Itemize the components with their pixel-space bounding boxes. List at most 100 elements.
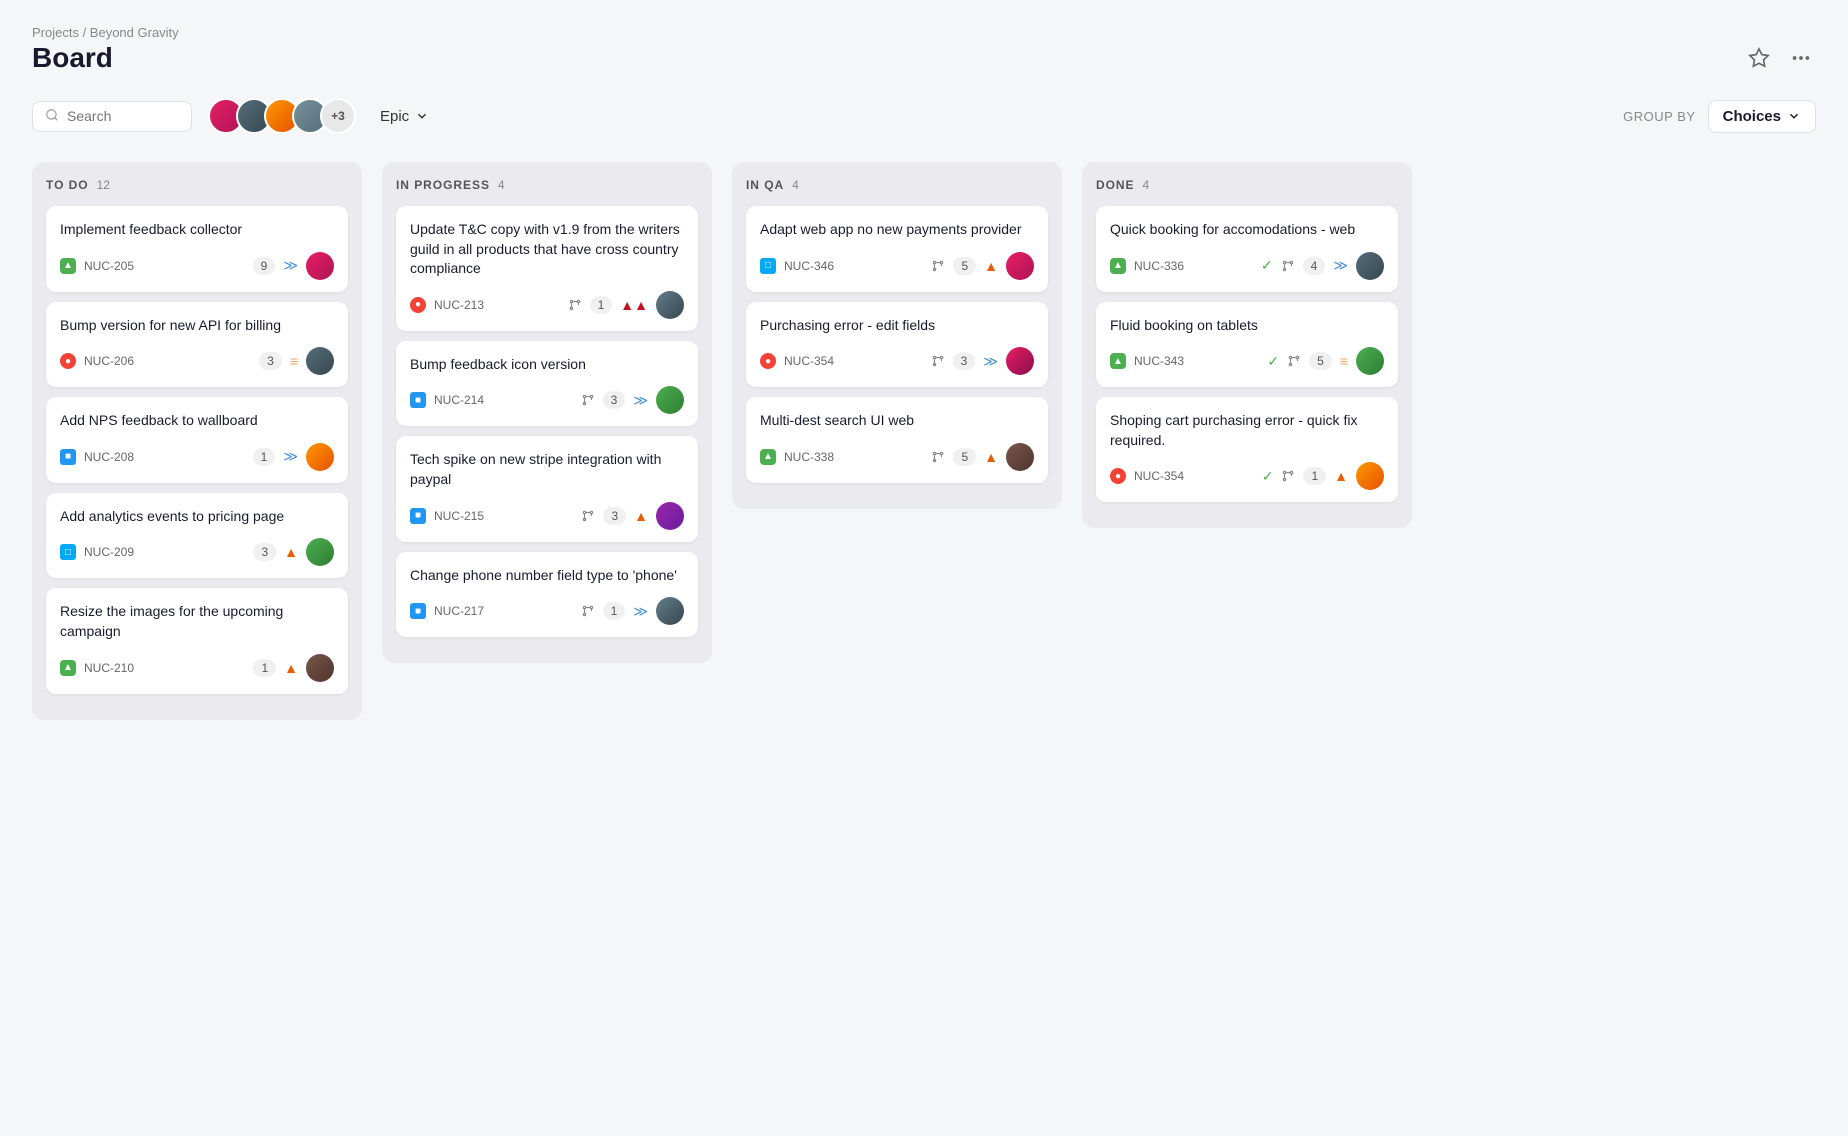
card-c10[interactable]: Adapt web app no new payments provider □… [746,206,1048,292]
type-task-icon: ■ [410,603,426,619]
card-meta: ■ NUC-208 1 ≫ [60,443,334,471]
search-box[interactable] [32,101,192,132]
issue-id: NUC-213 [434,298,484,312]
type-task-icon: ■ [410,508,426,524]
card-c15[interactable]: Shoping cart purchasing error - quick fi… [1096,397,1398,502]
type-story-icon: ▲ [1110,258,1126,274]
assignee-avatar [656,502,684,530]
card-meta: ▲ NUC-336 ✓ 4 ≫ [1110,252,1384,280]
type-story-icon: ▲ [760,449,776,465]
column-title: IN PROGRESS [396,178,490,192]
column-inqa: IN QA 4 Adapt web app no new payments pr… [732,162,1062,509]
story-point-count: 1 [253,448,276,466]
column-title: DONE [1096,178,1135,192]
star-button[interactable] [1744,43,1774,73]
avatar-overflow[interactable]: +3 [320,98,356,134]
story-point-count: 9 [253,257,276,275]
type-bug-icon: ● [60,353,76,369]
check-icon: ✓ [1262,468,1274,485]
card-c9[interactable]: Change phone number field type to 'phone… [396,552,698,638]
column-todo: TO DO 12 Implement feedback collector ▲ … [32,162,362,720]
branch-icon [1287,354,1301,368]
assignee-avatar [306,538,334,566]
type-story-icon: ▲ [60,660,76,676]
column-header-todo: TO DO 12 [46,178,348,192]
card-title: Quick booking for accomodations - web [1110,220,1384,240]
epic-filter-button[interactable]: Epic [372,104,437,129]
issue-id: NUC-215 [434,509,484,523]
type-subtask-icon: □ [760,258,776,274]
story-point-count: 1 [590,296,613,314]
card-c2[interactable]: Bump version for new API for billing ● N… [46,302,348,388]
type-task-icon: ■ [60,449,76,465]
column-count: 4 [1143,178,1150,192]
assignee-avatar [1356,462,1384,490]
story-point-count: 1 [603,602,626,620]
priority-low-icon: ≫ [633,603,648,620]
assignee-avatar [1356,252,1384,280]
card-title: Bump version for new API for billing [60,316,334,336]
priority-low-icon: ≫ [633,392,648,409]
card-meta: □ NUC-346 5 ▲ [760,252,1034,280]
card-title: Fluid booking on tablets [1110,316,1384,336]
story-point-count: 3 [253,543,276,561]
assignee-avatar [656,386,684,414]
priority-high-icon: ▲ [284,544,298,560]
priority-low-icon: ≫ [983,353,998,370]
column-count: 4 [498,178,505,192]
column-count: 12 [97,178,110,192]
choices-button[interactable]: Choices [1708,100,1816,133]
issue-id: NUC-210 [84,661,134,675]
check-icon: ✓ [1261,257,1273,274]
branch-icon [581,393,595,407]
type-story-icon: ▲ [1110,353,1126,369]
priority-high-icon: ▲ [1334,468,1348,484]
card-title: Multi-dest search UI web [760,411,1034,431]
card-c11[interactable]: Purchasing error - edit fields ● NUC-354… [746,302,1048,388]
header-actions [1744,43,1816,73]
assignee-avatar [1006,347,1034,375]
card-c4[interactable]: Add analytics events to pricing page □ N… [46,493,348,579]
branch-icon [581,509,595,523]
avatar-group: +3 [208,98,356,134]
column-header-done: DONE 4 [1096,178,1398,192]
card-c7[interactable]: Bump feedback icon version ■ NUC-214 3 ≫ [396,341,698,427]
priority-high-icon: ▲ [284,660,298,676]
card-c1[interactable]: Implement feedback collector ▲ NUC-205 9… [46,206,348,292]
priority-high-icon: ▲ [634,508,648,524]
page-header: Board [32,42,1816,74]
type-bug-icon: ● [760,353,776,369]
issue-id: NUC-354 [784,354,834,368]
story-point-count: 3 [603,507,626,525]
issue-id: NUC-354 [1134,469,1184,483]
more-options-button[interactable] [1786,43,1816,73]
type-subtask-icon: □ [60,544,76,560]
branch-icon [1281,259,1295,273]
column-header-inprogress: IN PROGRESS 4 [396,178,698,192]
issue-id: NUC-209 [84,545,134,559]
story-point-count: 1 [1303,467,1326,485]
branch-icon [568,298,582,312]
card-c12[interactable]: Multi-dest search UI web ▲ NUC-338 5 ▲ [746,397,1048,483]
card-c3[interactable]: Add NPS feedback to wallboard ■ NUC-208 … [46,397,348,483]
card-c6[interactable]: Update T&C copy with v1.9 from the write… [396,206,698,331]
card-meta: □ NUC-209 3 ▲ [60,538,334,566]
search-input[interactable] [67,108,179,124]
search-icon [45,108,59,125]
card-c13[interactable]: Quick booking for accomodations - web ▲ … [1096,206,1398,292]
card-c14[interactable]: Fluid booking on tablets ▲ NUC-343 ✓ 5 ≡ [1096,302,1398,388]
card-meta: ● NUC-213 1 ▲▲ [410,291,684,319]
card-meta: ● NUC-354 3 ≫ [760,347,1034,375]
card-title: Add NPS feedback to wallboard [60,411,334,431]
card-title: Bump feedback icon version [410,355,684,375]
assignee-avatar [306,252,334,280]
issue-id: NUC-343 [1134,354,1184,368]
card-c5[interactable]: Resize the images for the upcoming campa… [46,588,348,693]
type-task-icon: ■ [410,392,426,408]
card-title: Adapt web app no new payments provider [760,220,1034,240]
card-c8[interactable]: Tech spike on new stripe integration wit… [396,436,698,541]
group-by-area: GROUP BY Choices [1623,100,1816,133]
priority-low-icon: ≫ [1333,257,1348,274]
card-meta: ▲ NUC-338 5 ▲ [760,443,1034,471]
story-point-count: 4 [1303,257,1326,275]
